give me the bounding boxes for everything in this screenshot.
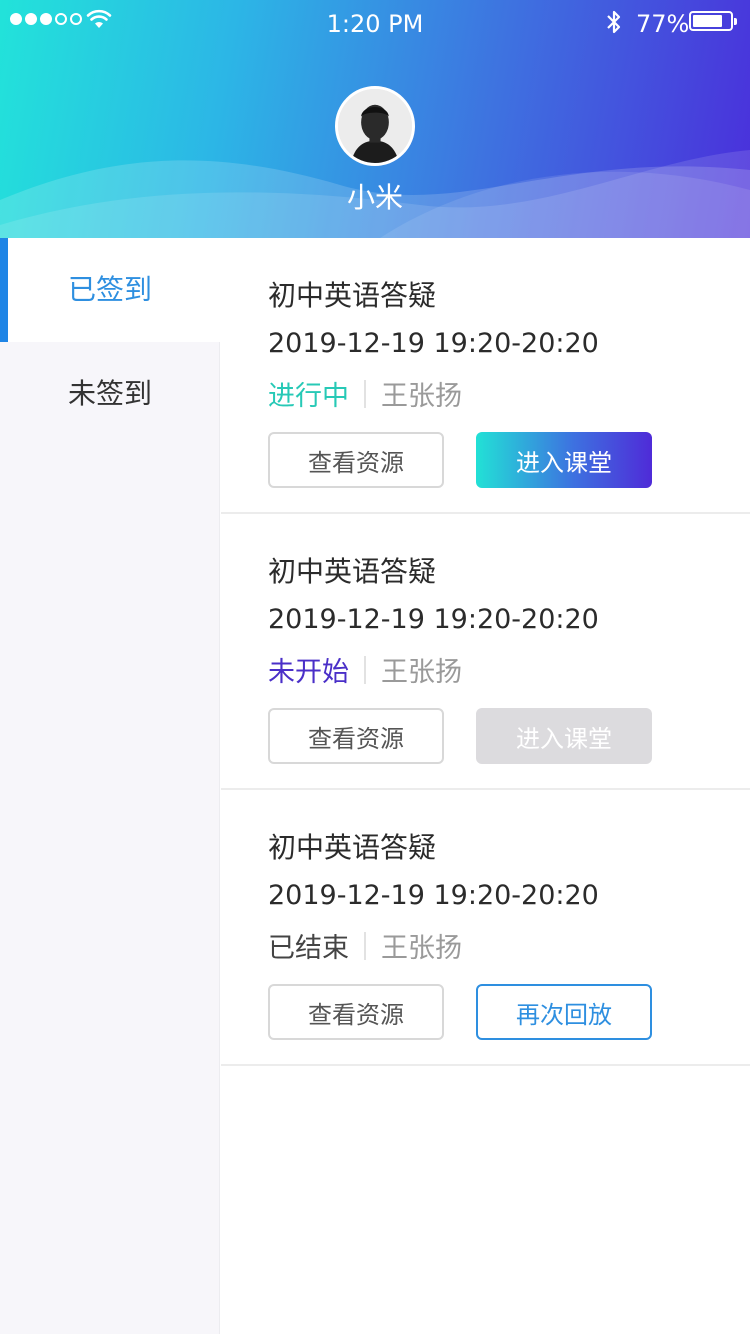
status-badge: 已结束	[268, 933, 349, 964]
enter-classroom-button[interactable]: 进入课堂	[476, 432, 652, 488]
battery-percentage: 77%	[636, 10, 690, 38]
enter-classroom-button-disabled: 进入课堂	[476, 708, 652, 764]
view-resources-button[interactable]: 查看资源	[268, 432, 444, 488]
course-meta: 进行中 王张扬	[268, 374, 462, 413]
course-card: 初中英语答疑 2019-12-19 19:20-20:20 进行中 王张扬 查看…	[221, 238, 750, 514]
course-title: 初中英语答疑	[268, 279, 437, 312]
battery-icon	[689, 11, 737, 31]
teacher-name: 王张扬	[381, 381, 462, 412]
status-badge: 进行中	[268, 381, 349, 412]
avatar[interactable]	[335, 86, 415, 166]
sidebar-item-not-signed-in[interactable]: 未签到	[0, 342, 220, 446]
profile-name: 小米	[346, 181, 403, 214]
sidebar-item-signed-in[interactable]: 已签到	[0, 238, 220, 342]
sidebar-item-label: 已签到	[68, 273, 153, 306]
divider	[364, 379, 366, 408]
course-list: 初中英语答疑 2019-12-19 19:20-20:20 进行中 王张扬 查看…	[221, 238, 750, 1066]
course-time: 2019-12-19 19:20-20:20	[268, 328, 599, 359]
course-time: 2019-12-19 19:20-20:20	[268, 880, 599, 911]
bluetooth-icon	[607, 10, 621, 34]
status-bar: 1:20 PM 77%	[0, 0, 750, 46]
view-resources-button[interactable]: 查看资源	[268, 984, 444, 1040]
course-meta: 已结束 王张扬	[268, 926, 462, 965]
divider	[364, 931, 366, 960]
replay-button[interactable]: 再次回放	[476, 984, 652, 1040]
sidebar: 已签到 未签到	[0, 238, 220, 1334]
course-title: 初中英语答疑	[268, 831, 437, 864]
teacher-name: 王张扬	[381, 657, 462, 688]
profile-header: 1:20 PM 77% 小米	[0, 0, 750, 238]
view-resources-button[interactable]: 查看资源	[268, 708, 444, 764]
avatar-portrait-icon	[338, 89, 412, 163]
divider	[364, 655, 366, 684]
sidebar-item-label: 未签到	[68, 377, 153, 410]
course-time: 2019-12-19 19:20-20:20	[268, 604, 599, 635]
teacher-name: 王张扬	[381, 933, 462, 964]
course-meta: 未开始 王张扬	[268, 650, 462, 689]
course-card: 初中英语答疑 2019-12-19 19:20-20:20 已结束 王张扬 查看…	[221, 790, 750, 1066]
course-title: 初中英语答疑	[268, 555, 437, 588]
course-card: 初中英语答疑 2019-12-19 19:20-20:20 未开始 王张扬 查看…	[221, 514, 750, 790]
status-badge: 未开始	[268, 657, 349, 688]
